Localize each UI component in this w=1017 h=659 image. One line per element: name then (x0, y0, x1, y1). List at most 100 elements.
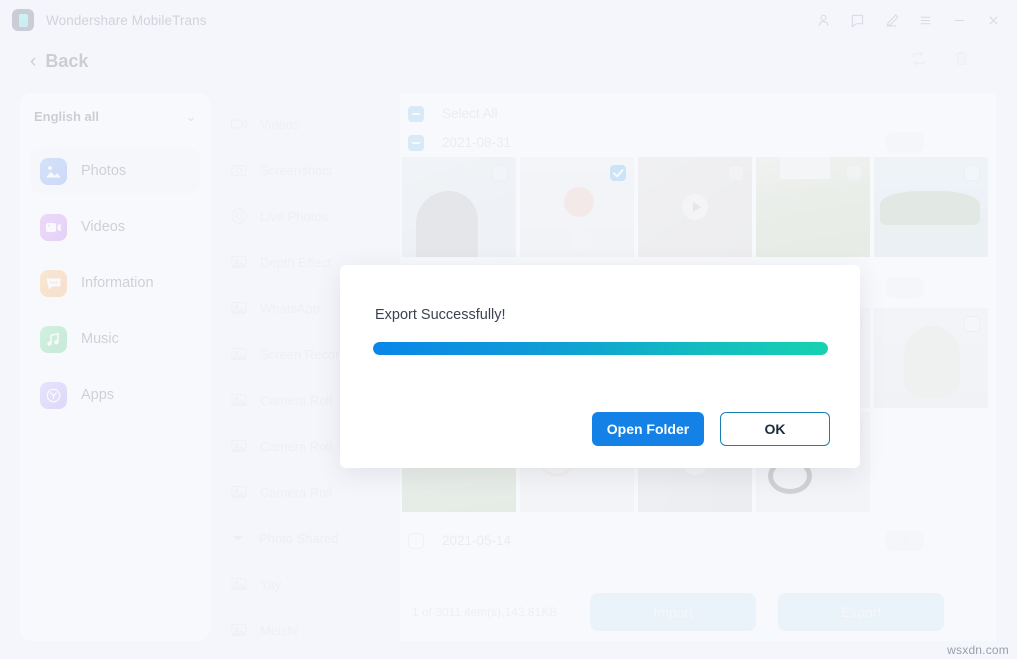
category-item-label: Camera Roll (260, 393, 332, 408)
thumbnail-item[interactable] (874, 308, 988, 408)
date-group-count-bottom: 3 (886, 530, 924, 551)
date-group-checkbox[interactable] (408, 135, 424, 151)
thumbnail-item[interactable] (520, 157, 634, 257)
sidebar-nav: Photos Videos (20, 141, 210, 417)
edit-icon[interactable] (875, 5, 907, 35)
open-folder-button[interactable]: Open Folder (592, 412, 704, 446)
category-item-label: Live Photos (260, 209, 328, 224)
minimize-icon[interactable] (943, 5, 975, 35)
export-success-dialog: Export Successfully! Open Folder OK (340, 265, 860, 468)
category-item-label: Videos (260, 117, 300, 132)
caret-down-icon (233, 536, 243, 541)
refresh-icon[interactable] (909, 49, 928, 73)
category-item-meishi[interactable]: Meishi (214, 607, 400, 653)
category-item-label: Camera Roll (260, 439, 332, 454)
sidebar-item-label: Information (81, 275, 154, 291)
sidebar-item-label: Videos (81, 219, 125, 235)
sidebar-item-label: Apps (81, 387, 114, 403)
title-bar: Wondershare MobileTrans (0, 0, 1017, 40)
category-item-label: Depth Effect (260, 255, 331, 270)
language-select-value: English all (34, 109, 99, 124)
grid-header: Select All 2021-08-31 5 (400, 93, 996, 157)
category-item-label: Camera Roll (260, 485, 332, 500)
photos-icon (40, 158, 67, 185)
category-item-camera-roll-3[interactable]: Camera Roll (214, 469, 400, 515)
video-camera-icon (230, 115, 248, 133)
sidebar-item-videos[interactable]: Videos (30, 205, 200, 249)
category-group-photo-shared[interactable]: Photo Shared (214, 515, 400, 561)
date-group-count-mid: 9 (886, 277, 924, 298)
window-controls (807, 5, 1009, 35)
videos-icon (40, 214, 67, 241)
back-label: Back (45, 51, 88, 72)
export-progress-bar (373, 342, 828, 355)
sidebar: English all ⌄ Photos (20, 93, 210, 641)
date-group-header[interactable]: 2021-08-31 5 (400, 128, 996, 157)
date-group-checkbox-bottom[interactable] (408, 533, 424, 549)
chevron-left-icon: ‹ (30, 52, 36, 71)
thumbnail-checkbox[interactable] (492, 165, 508, 181)
app-title: Wondershare MobileTrans (46, 13, 207, 28)
sidebar-item-photos[interactable]: Photos (30, 149, 200, 193)
category-item-label: Yay (260, 577, 281, 592)
sidebar-item-label: Photos (81, 163, 126, 179)
image-icon (230, 253, 248, 271)
export-progress-fill (373, 342, 828, 355)
ok-button[interactable]: OK (720, 412, 830, 446)
thumbnail-checkbox[interactable] (964, 165, 980, 181)
dialog-actions: Open Folder OK (592, 412, 830, 446)
date-group-header-bottom[interactable]: 2021-05-14 3 (400, 526, 996, 555)
thumbnail-checkbox[interactable] (846, 165, 862, 181)
category-group-label: Photo Shared (259, 531, 339, 546)
dialog-title: Export Successfully! (375, 307, 506, 323)
thumbnail-checkbox[interactable] (610, 165, 626, 181)
delete-icon[interactable] (952, 49, 971, 73)
sidebar-item-information[interactable]: Information (30, 261, 200, 305)
thumbnail-item[interactable] (402, 157, 516, 257)
thumbnail-checkbox[interactable] (728, 165, 744, 181)
select-all-row[interactable]: Select All (400, 99, 996, 128)
image-icon (230, 391, 248, 409)
information-icon (40, 270, 67, 297)
export-button[interactable]: Export (778, 593, 944, 631)
bottom-action-bar: 1 of 3011 item(s),143.81KB Import Export (400, 583, 996, 641)
category-item-label: Meishi (260, 623, 298, 638)
back-button[interactable]: ‹ Back (30, 51, 88, 72)
thumbnail-item-video[interactable] (638, 157, 752, 257)
sidebar-item-music[interactable]: Music (30, 317, 200, 361)
category-item-videos[interactable]: Videos (214, 101, 400, 147)
music-icon (40, 326, 67, 353)
content-toolbar (909, 49, 971, 73)
select-all-checkbox[interactable] (408, 106, 424, 122)
category-item-live-photos[interactable]: Live Photos (214, 193, 400, 239)
date-group-label: 2021-08-31 (442, 135, 511, 150)
feedback-icon[interactable] (841, 5, 873, 35)
select-all-label: Select All (442, 106, 498, 121)
language-select[interactable]: English all ⌄ (34, 93, 196, 141)
category-item-yay[interactable]: Yay (214, 561, 400, 607)
sidebar-item-apps[interactable]: Apps (30, 373, 200, 417)
image-icon (230, 575, 248, 593)
menu-icon[interactable] (909, 5, 941, 35)
thumbnail-item[interactable] (756, 157, 870, 257)
close-icon[interactable] (977, 5, 1009, 35)
mobiletrans-logo-icon (12, 9, 34, 31)
back-bar: ‹ Back (0, 40, 1017, 82)
app-window: Wondershare MobileTrans (0, 0, 1017, 659)
chevron-down-icon: ⌄ (186, 110, 196, 124)
selection-summary: 1 of 3011 item(s),143.81KB (412, 605, 557, 619)
category-item-label: WhatsApp (260, 301, 320, 316)
category-item-screenshots[interactable]: Screenshots (214, 147, 400, 193)
image-icon (230, 299, 248, 317)
import-button[interactable]: Import (590, 593, 756, 631)
play-icon (682, 194, 708, 220)
apps-icon (40, 382, 67, 409)
thumbnail-checkbox[interactable] (964, 316, 980, 332)
live-photo-icon (230, 207, 248, 225)
thumbnail-item[interactable] (874, 157, 988, 257)
image-icon (230, 483, 248, 501)
account-icon[interactable] (807, 5, 839, 35)
image-icon (230, 621, 248, 639)
thumbnail-row (400, 157, 996, 257)
image-icon (230, 437, 248, 455)
